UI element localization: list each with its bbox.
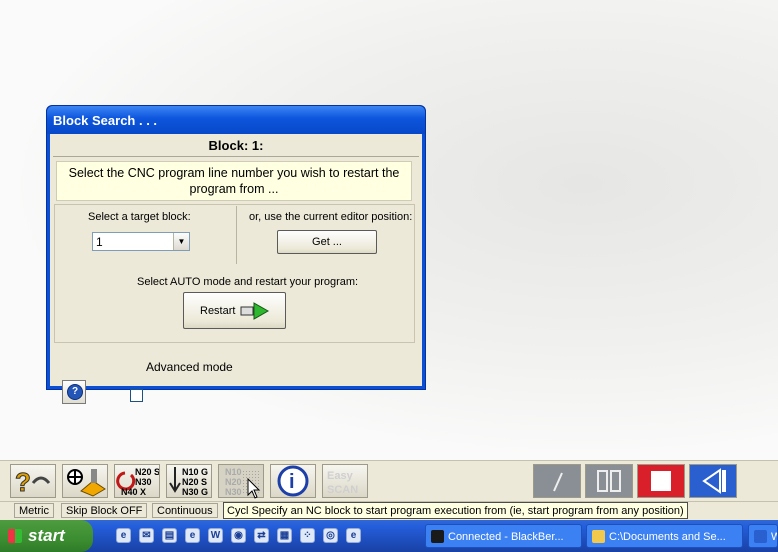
blackberry-icon xyxy=(431,530,444,543)
svg-text:N20 S: N20 S xyxy=(182,477,207,487)
editor-position-label: or, use the current editor position: xyxy=(249,211,413,223)
help-arrow-button[interactable]: ? xyxy=(10,464,56,498)
target-block-value: 1 xyxy=(96,235,103,249)
tool-probe-icon xyxy=(67,469,106,497)
svg-text:N20: N20 xyxy=(225,477,242,487)
rewind-icon xyxy=(702,468,726,494)
windows-logo-icon xyxy=(8,529,22,543)
quicklaunch-mail-icon[interactable]: ✉ xyxy=(139,528,154,543)
block-down-icon: N10 G N20 S N30 G xyxy=(169,467,208,497)
quicklaunch-media-icon[interactable]: ◎ xyxy=(323,528,338,543)
svg-text:N20 S: N20 S xyxy=(135,467,159,477)
folder-icon xyxy=(592,530,605,543)
start-button[interactable]: start xyxy=(0,520,93,552)
app-icon xyxy=(754,530,767,543)
quicklaunch-app-icon[interactable]: ◉ xyxy=(231,528,246,543)
block-header: Block: 1: xyxy=(53,136,419,157)
dialog-client: Block: 1: Select the CNC program line nu… xyxy=(50,134,422,404)
get-button[interactable]: Get ... xyxy=(277,230,377,254)
target-block-label: Select a target block: xyxy=(88,211,191,223)
units-status: Metric xyxy=(14,503,54,518)
svg-text:?: ? xyxy=(15,467,31,497)
block-search-dialog: Block Search . . . Block: 1: Select the … xyxy=(46,105,426,404)
quicklaunch-tool-icon[interactable]: ▦ xyxy=(277,528,292,543)
status-tooltip: Cycl Specify an NC block to start progra… xyxy=(223,502,688,519)
info-icon: i xyxy=(277,465,309,497)
target-block-combo[interactable]: 1 ▼ xyxy=(92,232,190,251)
cycle-button[interactable]: N20 S N30 N40 X xyxy=(114,464,160,498)
quicklaunch-browser-icon[interactable]: e xyxy=(116,528,131,543)
svg-text:N30: N30 xyxy=(225,487,242,497)
windows-taskbar: start e ✉ ▤ e W ◉ ⇄ ▦ ⁘ ◎ e Connected - … xyxy=(0,520,778,552)
task-other-label: W xyxy=(771,531,777,543)
svg-text:N30: N30 xyxy=(135,477,152,487)
restart-arrow-icon xyxy=(240,302,270,320)
svg-text:i: i xyxy=(289,471,295,493)
pause-button[interactable] xyxy=(585,464,633,498)
chevron-down-icon[interactable]: ▼ xyxy=(173,233,189,250)
svg-text:N10: N10 xyxy=(225,467,242,477)
task-blackberry[interactable]: Connected - BlackBer... xyxy=(425,524,582,548)
instruction-banner: Select the CNC program line number you w… xyxy=(56,161,412,201)
help-button[interactable]: ? xyxy=(62,380,86,404)
tool-probe-button[interactable] xyxy=(62,464,108,498)
quicklaunch-word-icon[interactable]: W xyxy=(208,528,223,543)
single-step-icon xyxy=(553,472,563,492)
status-bar: Metric Skip Block OFF Continuous Cycl Sp… xyxy=(0,501,778,520)
svg-text:N10 G: N10 G xyxy=(182,467,208,477)
cycle-icon: N20 S N30 N40 X xyxy=(116,467,159,497)
easy-scan-button[interactable]: Easy SCAN xyxy=(322,464,368,498)
quicklaunch-blackberry-icon[interactable]: ⁘ xyxy=(300,528,315,543)
quicklaunch-ie-icon[interactable]: e xyxy=(185,528,200,543)
stop-icon xyxy=(651,471,671,491)
svg-text:SCAN: SCAN xyxy=(327,484,358,496)
quicklaunch-ie2-icon[interactable]: e xyxy=(346,528,361,543)
vertical-divider xyxy=(236,206,237,264)
svg-text:N40 X: N40 X xyxy=(121,487,146,497)
mode-status: Continuous xyxy=(152,503,218,518)
skip-block-status: Skip Block OFF xyxy=(61,503,148,518)
svg-text:N30 G: N30 G xyxy=(182,487,208,497)
task-other[interactable]: W xyxy=(748,524,778,548)
task-explorer-label: C:\Documents and Se... xyxy=(609,531,726,543)
help-arrow-icon: ? xyxy=(15,467,51,497)
advanced-mode-checkbox[interactable] xyxy=(130,389,143,402)
dialog-title: Block Search . . . xyxy=(47,106,425,134)
advanced-mode-label: Advanced mode xyxy=(146,360,233,374)
easy-scan-icon: Easy SCAN xyxy=(327,470,358,496)
task-explorer[interactable]: C:\Documents and Se... xyxy=(586,524,743,548)
quicklaunch-network-icon[interactable]: ⇄ xyxy=(254,528,269,543)
task-blackberry-label: Connected - BlackBer... xyxy=(448,531,564,543)
rewind-button[interactable] xyxy=(689,464,737,498)
auto-mode-label: Select AUTO mode and restart your progra… xyxy=(137,276,359,288)
info-button[interactable]: i xyxy=(270,464,316,498)
pause-icon xyxy=(597,470,621,492)
stop-button[interactable] xyxy=(637,464,685,498)
block-down-button[interactable]: N10 G N20 S N30 G xyxy=(166,464,212,498)
mouse-cursor-icon xyxy=(247,478,261,499)
quicklaunch-file-icon[interactable]: ▤ xyxy=(162,528,177,543)
start-label: start xyxy=(28,526,65,545)
restart-button[interactable]: Restart xyxy=(183,292,286,329)
single-step-button[interactable] xyxy=(533,464,581,498)
help-icon: ? xyxy=(67,384,83,400)
machine-toolbar: ? N20 S N30 N40 X N10 G N20 S N30 G N10 xyxy=(0,460,778,502)
restart-label: Restart xyxy=(200,305,236,317)
svg-text:Easy: Easy xyxy=(327,470,354,482)
